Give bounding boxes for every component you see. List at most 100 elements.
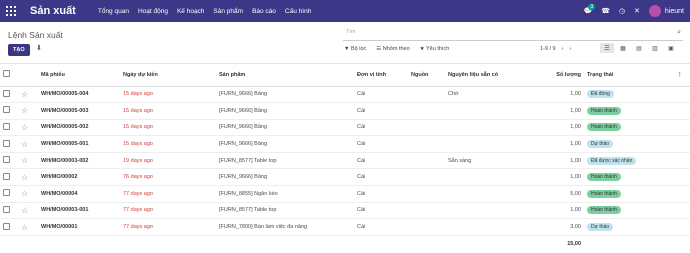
apps-menu-icon[interactable] (6, 6, 16, 16)
cell-product: [FURN_9666] Bảng (216, 86, 354, 104)
row-checkbox[interactable] (3, 189, 10, 197)
user-name: hieunt (664, 7, 684, 15)
row-checkbox[interactable] (3, 139, 10, 147)
create-button[interactable]: TẠO (8, 44, 30, 56)
col-quantity[interactable]: Số lượng (542, 64, 584, 87)
cell-source (408, 168, 445, 187)
search-icon[interactable]: ⌕ (677, 29, 681, 37)
phone-icon[interactable]: ☎ (601, 7, 610, 15)
col-source[interactable]: Nguồn (408, 64, 445, 87)
top-navbar: Sản xuất Tổng quan Hoạt động Kế hoạch Sả… (0, 0, 690, 22)
row-checkbox[interactable] (3, 205, 10, 213)
pivot-view-icon[interactable]: ▣ (664, 43, 678, 53)
table-header: Mã phiếu Ngày dự kiến Sản phẩm Đơn vị tí… (0, 64, 690, 87)
col-availability[interactable]: Nguyên liệu sẵn có (445, 64, 542, 87)
main-menu: Tổng quan Hoạt động Kế hoạch Sản phẩm Bá… (98, 8, 311, 15)
table-row[interactable]: ☆ WH/MO/00001 77 days ago [FURN_7800] Bàn l… (0, 218, 690, 236)
table-row[interactable]: ☆ WH/MO/00003-001 77 days ago [FURN_8577] T… (0, 202, 690, 220)
menu-products[interactable]: Sản phẩm (213, 8, 243, 15)
col-product[interactable]: Sản phẩm (216, 64, 354, 87)
star-icon[interactable]: ☆ (21, 106, 28, 115)
avatar (648, 5, 661, 17)
cell-scheduled-date: 15 days ago (120, 135, 216, 153)
filter-button[interactable]: ▼ Bộ lọc (344, 46, 366, 52)
search-input[interactable]: Tìm ⌕ (343, 29, 683, 41)
pager-prev-icon[interactable]: ‹ (562, 46, 564, 52)
cell-source (408, 86, 445, 104)
control-panel: Lệnh Sản xuất Tìm ⌕ (0, 22, 690, 64)
col-scheduled-date[interactable]: Ngày dự kiến (120, 64, 216, 87)
cell-uom: Cái (354, 185, 408, 203)
cell-source (408, 119, 445, 137)
user-menu[interactable]: hieunt (648, 5, 684, 17)
cell-scheduled-date: 15 days ago (120, 119, 216, 137)
star-icon[interactable]: ☆ (21, 189, 28, 198)
menu-operations[interactable]: Hoạt động (138, 8, 168, 15)
row-checkbox[interactable] (3, 89, 10, 97)
table-row[interactable]: ☆ WH/MO/00003-002 19 days ago [FURN_8577] T… (0, 152, 690, 170)
close-icon[interactable]: ✕ (634, 7, 640, 15)
download-icon[interactable]: ⬇ (36, 44, 42, 52)
cell-quantity: 1,00 (542, 102, 584, 120)
status-badge: Đã được xác nhận (587, 156, 637, 165)
row-checkbox[interactable] (3, 156, 10, 164)
cell-uom: Cái (354, 218, 408, 236)
star-icon[interactable]: ☆ (21, 140, 28, 149)
cell-product: [FURN_7800] Bàn làm việc đa năng (216, 218, 354, 236)
row-checkbox[interactable] (3, 222, 10, 230)
star-icon[interactable]: ☆ (21, 90, 28, 99)
table-row[interactable]: ☆ WH/MO/00004 77 days ago [FURN_8855] Ngăn … (0, 185, 690, 203)
cell-source (408, 185, 445, 203)
page-title: Lệnh Sản xuất (8, 30, 63, 40)
app-title[interactable]: Sản xuất (30, 5, 76, 17)
cell-quantity: 3,00 (542, 218, 584, 236)
menu-overview[interactable]: Tổng quan (98, 8, 129, 15)
table-row[interactable]: ☆ WH/MO/00005-003 15 days ago [FURN_9666] B… (0, 102, 690, 120)
row-checkbox[interactable] (3, 172, 10, 180)
cell-uom: Cái (354, 168, 408, 187)
star-icon[interactable]: ☆ (21, 206, 28, 215)
messages-icon[interactable]: 💬 3 (583, 4, 596, 15)
graph-view-icon[interactable]: ▥ (648, 43, 662, 53)
star-icon[interactable]: ☆ (21, 156, 28, 165)
select-all-checkbox[interactable] (3, 70, 10, 78)
cell-product: [FURN_8577] Table top (216, 152, 354, 170)
col-uom[interactable]: Đơn vị tính (354, 64, 408, 87)
menu-configuration[interactable]: Cấu hình (285, 8, 311, 15)
table-row[interactable]: ☆ WH/MO/00005-004 15 days ago [FURN_9666] B… (0, 86, 690, 104)
list-view-icon[interactable]: ☰ (600, 43, 614, 53)
cell-availability (445, 168, 542, 187)
col-status[interactable]: Trạng thái (584, 64, 674, 87)
row-checkbox[interactable] (3, 106, 10, 114)
menu-reporting[interactable]: Báo cáo (252, 8, 276, 15)
cell-availability (445, 218, 542, 236)
optional-columns-icon[interactable]: ⋮ (674, 64, 690, 87)
cell-reference: WH/MO/00001 (38, 218, 120, 236)
cell-quantity: 1,00 (542, 152, 584, 170)
activity-clock-icon[interactable]: ◷ (619, 7, 625, 15)
kanban-view-icon[interactable]: ▦ (616, 43, 630, 53)
star-icon[interactable]: ☆ (21, 223, 28, 232)
col-reference[interactable]: Mã phiếu (38, 64, 120, 87)
row-checkbox[interactable] (3, 122, 10, 130)
cell-availability (445, 202, 542, 220)
table-row[interactable]: ☆ WH/MO/00002 76 days ago [FURN_9666] Bảng C… (0, 168, 690, 187)
cell-product: [FURN_9666] Bảng (216, 119, 354, 137)
pager-next-icon[interactable]: › (569, 46, 571, 52)
cell-product: [FURN_9666] Bảng (216, 168, 354, 187)
favorites-button[interactable]: ★ Yêu thích (420, 46, 450, 52)
cell-reference: WH/MO/00002 (38, 168, 120, 187)
calendar-view-icon[interactable]: ▤ (632, 43, 646, 53)
table-row[interactable]: ☆ WH/MO/00005-002 15 days ago [FURN_9666] B… (0, 119, 690, 137)
cell-reference: WH/MO/00003-002 (38, 152, 120, 170)
table-row[interactable]: ☆ WH/MO/00005-001 15 days ago [FURN_9666] B… (0, 135, 690, 153)
star-icon[interactable]: ☆ (21, 173, 28, 182)
pager-value[interactable]: 1-9 / 9 (540, 46, 556, 52)
star-icon[interactable]: ☆ (21, 123, 28, 132)
menu-planning[interactable]: Kế hoạch (177, 8, 204, 15)
group-by-button[interactable]: ☰ Nhóm theo (376, 46, 409, 52)
status-badge: Hoàn thành (587, 123, 621, 132)
search-placeholder: Tìm (346, 29, 356, 35)
cell-uom: Cái (354, 102, 408, 120)
cell-reference: WH/MO/00004 (38, 185, 120, 203)
